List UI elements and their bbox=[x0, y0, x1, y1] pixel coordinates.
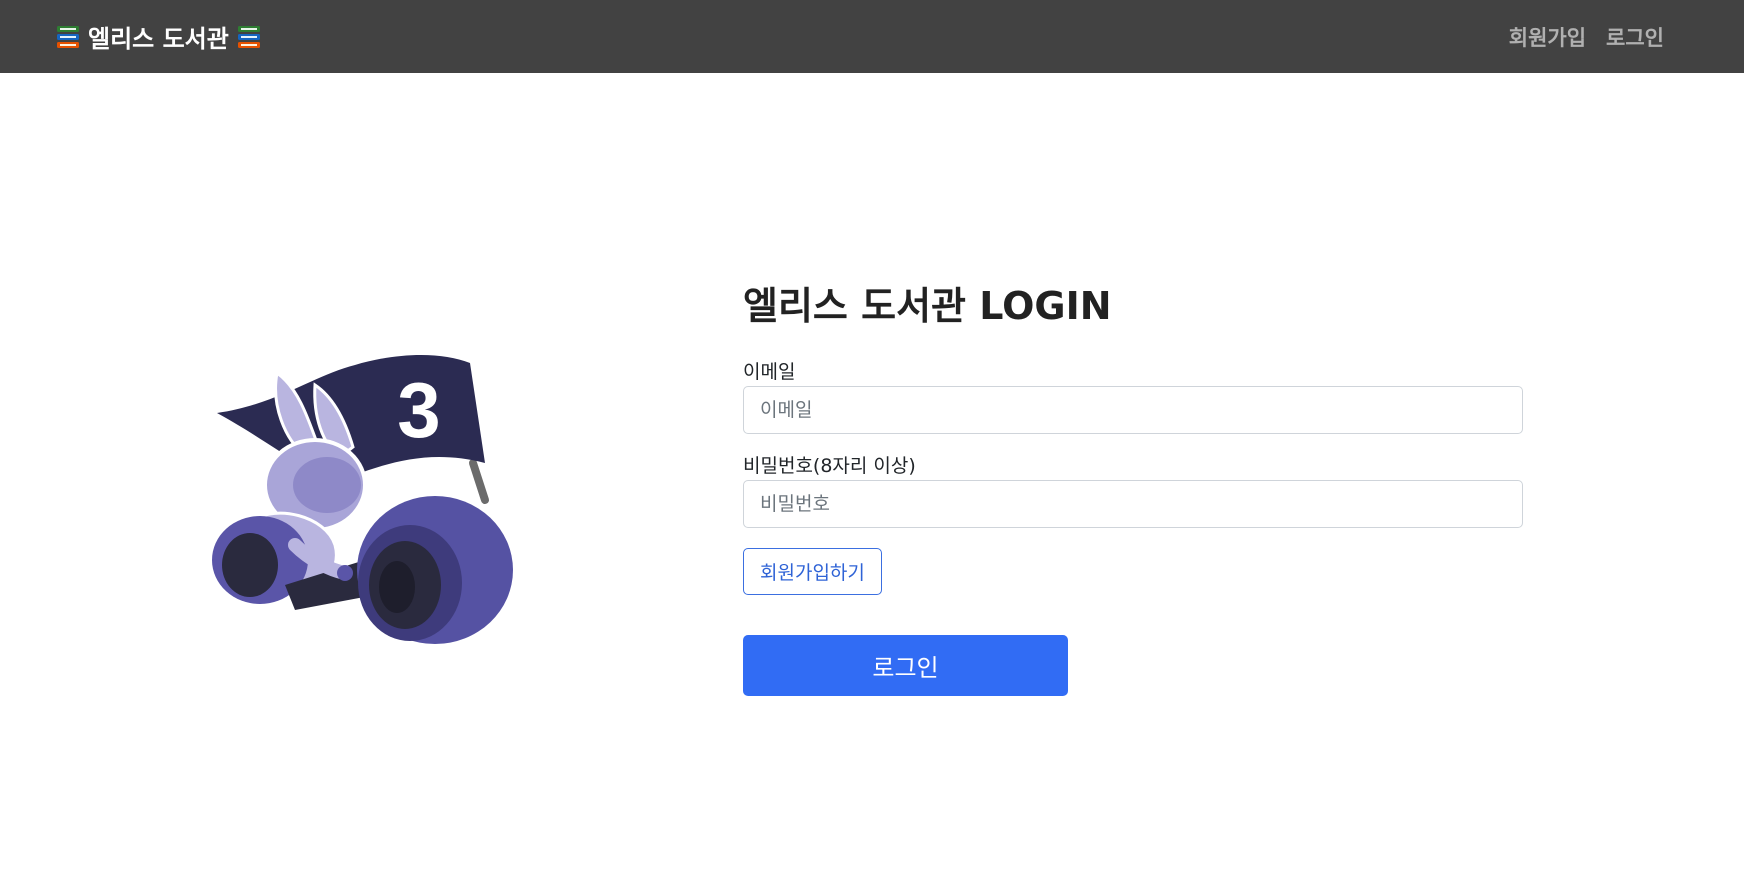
login-button[interactable]: 로그인 bbox=[743, 635, 1068, 696]
nav-signup-link[interactable]: 회원가입 bbox=[1509, 22, 1586, 52]
top-navbar: 엘리스 도서관 회원가입 로그인 bbox=[0, 0, 1744, 73]
signup-button[interactable]: 회원가입하기 bbox=[743, 548, 882, 595]
email-label: 이메일 bbox=[743, 361, 796, 383]
rabbit-rider-mascot-icon: 3 bbox=[212, 354, 513, 644]
email-input[interactable] bbox=[743, 386, 1523, 434]
password-label: 비밀번호(8자리 이상) bbox=[743, 455, 916, 477]
brand-link[interactable]: 엘리스 도서관 bbox=[56, 0, 261, 73]
brand-title: 엘리스 도서관 bbox=[88, 25, 229, 53]
login-title: 엘리스 도서관 LOGIN bbox=[743, 284, 1112, 328]
nav-login-link[interactable]: 로그인 bbox=[1606, 22, 1664, 52]
password-input[interactable] bbox=[743, 480, 1523, 528]
books-icon bbox=[57, 25, 79, 48]
nav-links: 회원가입 로그인 bbox=[1509, 0, 1664, 73]
books-icon bbox=[237, 25, 260, 48]
flag-number: 3 bbox=[397, 366, 440, 454]
login-form: 엘리스 도서관 LOGIN 이메일 비밀번호(8자리 이상) 회원가입하기 로그… bbox=[743, 282, 1523, 696]
